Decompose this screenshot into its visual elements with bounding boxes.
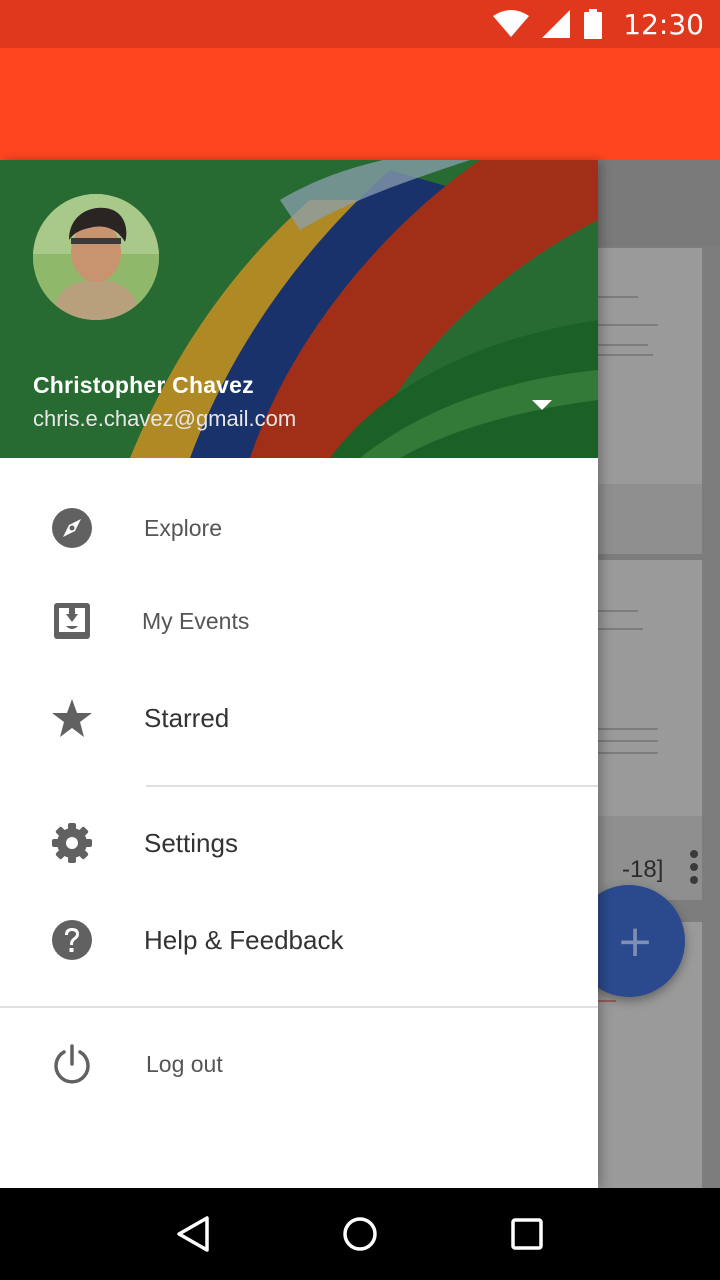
drawer-item-log-out[interactable]: Log out [0, 1016, 598, 1112]
back-icon[interactable] [163, 1204, 223, 1264]
home-icon[interactable] [330, 1204, 390, 1264]
system-nav-bar [0, 1188, 720, 1280]
card-text-line [598, 296, 638, 298]
navigation-drawer: Christopher Chavez chris.e.chavez@gmail.… [0, 160, 598, 1188]
chevron-down-icon[interactable] [530, 396, 554, 412]
event-card[interactable]: ons [598, 248, 702, 612]
compass-icon [50, 506, 94, 550]
status-bar: 12:30 [0, 0, 720, 48]
drawer-item-label: Log out [146, 1050, 223, 1077]
drawer-item-label: Starred [144, 702, 230, 733]
drawer-divider [0, 1006, 598, 1008]
drawer-item-label: Help & Feedback [144, 924, 344, 955]
card-text-line [598, 344, 648, 346]
drawer-item-my-events[interactable]: My Events [0, 573, 598, 669]
card-image [598, 560, 702, 816]
drawer-divider [146, 785, 598, 787]
user-name: Christopher Chavez [33, 372, 254, 398]
drawer-item-label: My Events [142, 607, 250, 634]
drawer-item-settings[interactable]: Settings [0, 795, 598, 891]
card-image [598, 248, 702, 484]
event-card[interactable]: -18] [598, 560, 702, 900]
avatar-image [33, 194, 159, 320]
drawer-item-starred[interactable]: Starred [0, 670, 598, 766]
avatar[interactable] [33, 194, 159, 320]
overflow-menu-icon[interactable] [690, 850, 698, 889]
card-text-line [598, 1000, 616, 1002]
star-icon [50, 696, 94, 740]
card-text-line [598, 324, 658, 326]
screen: 12:30 ons -18] [0, 0, 720, 1280]
card-text-line [598, 354, 653, 356]
drawer-item-help-feedback[interactable]: Help & Feedback [0, 892, 598, 988]
inbox-download-icon [50, 599, 94, 643]
help-icon [50, 918, 94, 962]
battery-icon [584, 9, 603, 39]
wifi-icon [493, 10, 530, 37]
card-text-line [598, 752, 658, 754]
card-text-line [598, 728, 658, 730]
drawer-item-label: Settings [144, 827, 238, 858]
recents-icon[interactable] [497, 1204, 557, 1264]
tab-strip [598, 160, 720, 246]
user-email: chris.e.chavez@gmail.com [33, 406, 297, 431]
card-title: -18] [622, 856, 664, 883]
plus-icon: + [616, 915, 654, 967]
clock: 12:30 [623, 7, 704, 41]
drawer-item-label: Explore [144, 514, 222, 541]
power-icon [50, 1042, 94, 1086]
app-bar [0, 48, 720, 160]
card-text-line [598, 628, 643, 630]
drawer-header: Christopher Chavez chris.e.chavez@gmail.… [0, 160, 598, 458]
signal-icon [542, 10, 571, 38]
card-text-line [598, 610, 638, 612]
drawer-item-explore[interactable]: Explore [0, 480, 598, 576]
gear-icon [50, 821, 94, 865]
card-text-line [598, 740, 658, 742]
